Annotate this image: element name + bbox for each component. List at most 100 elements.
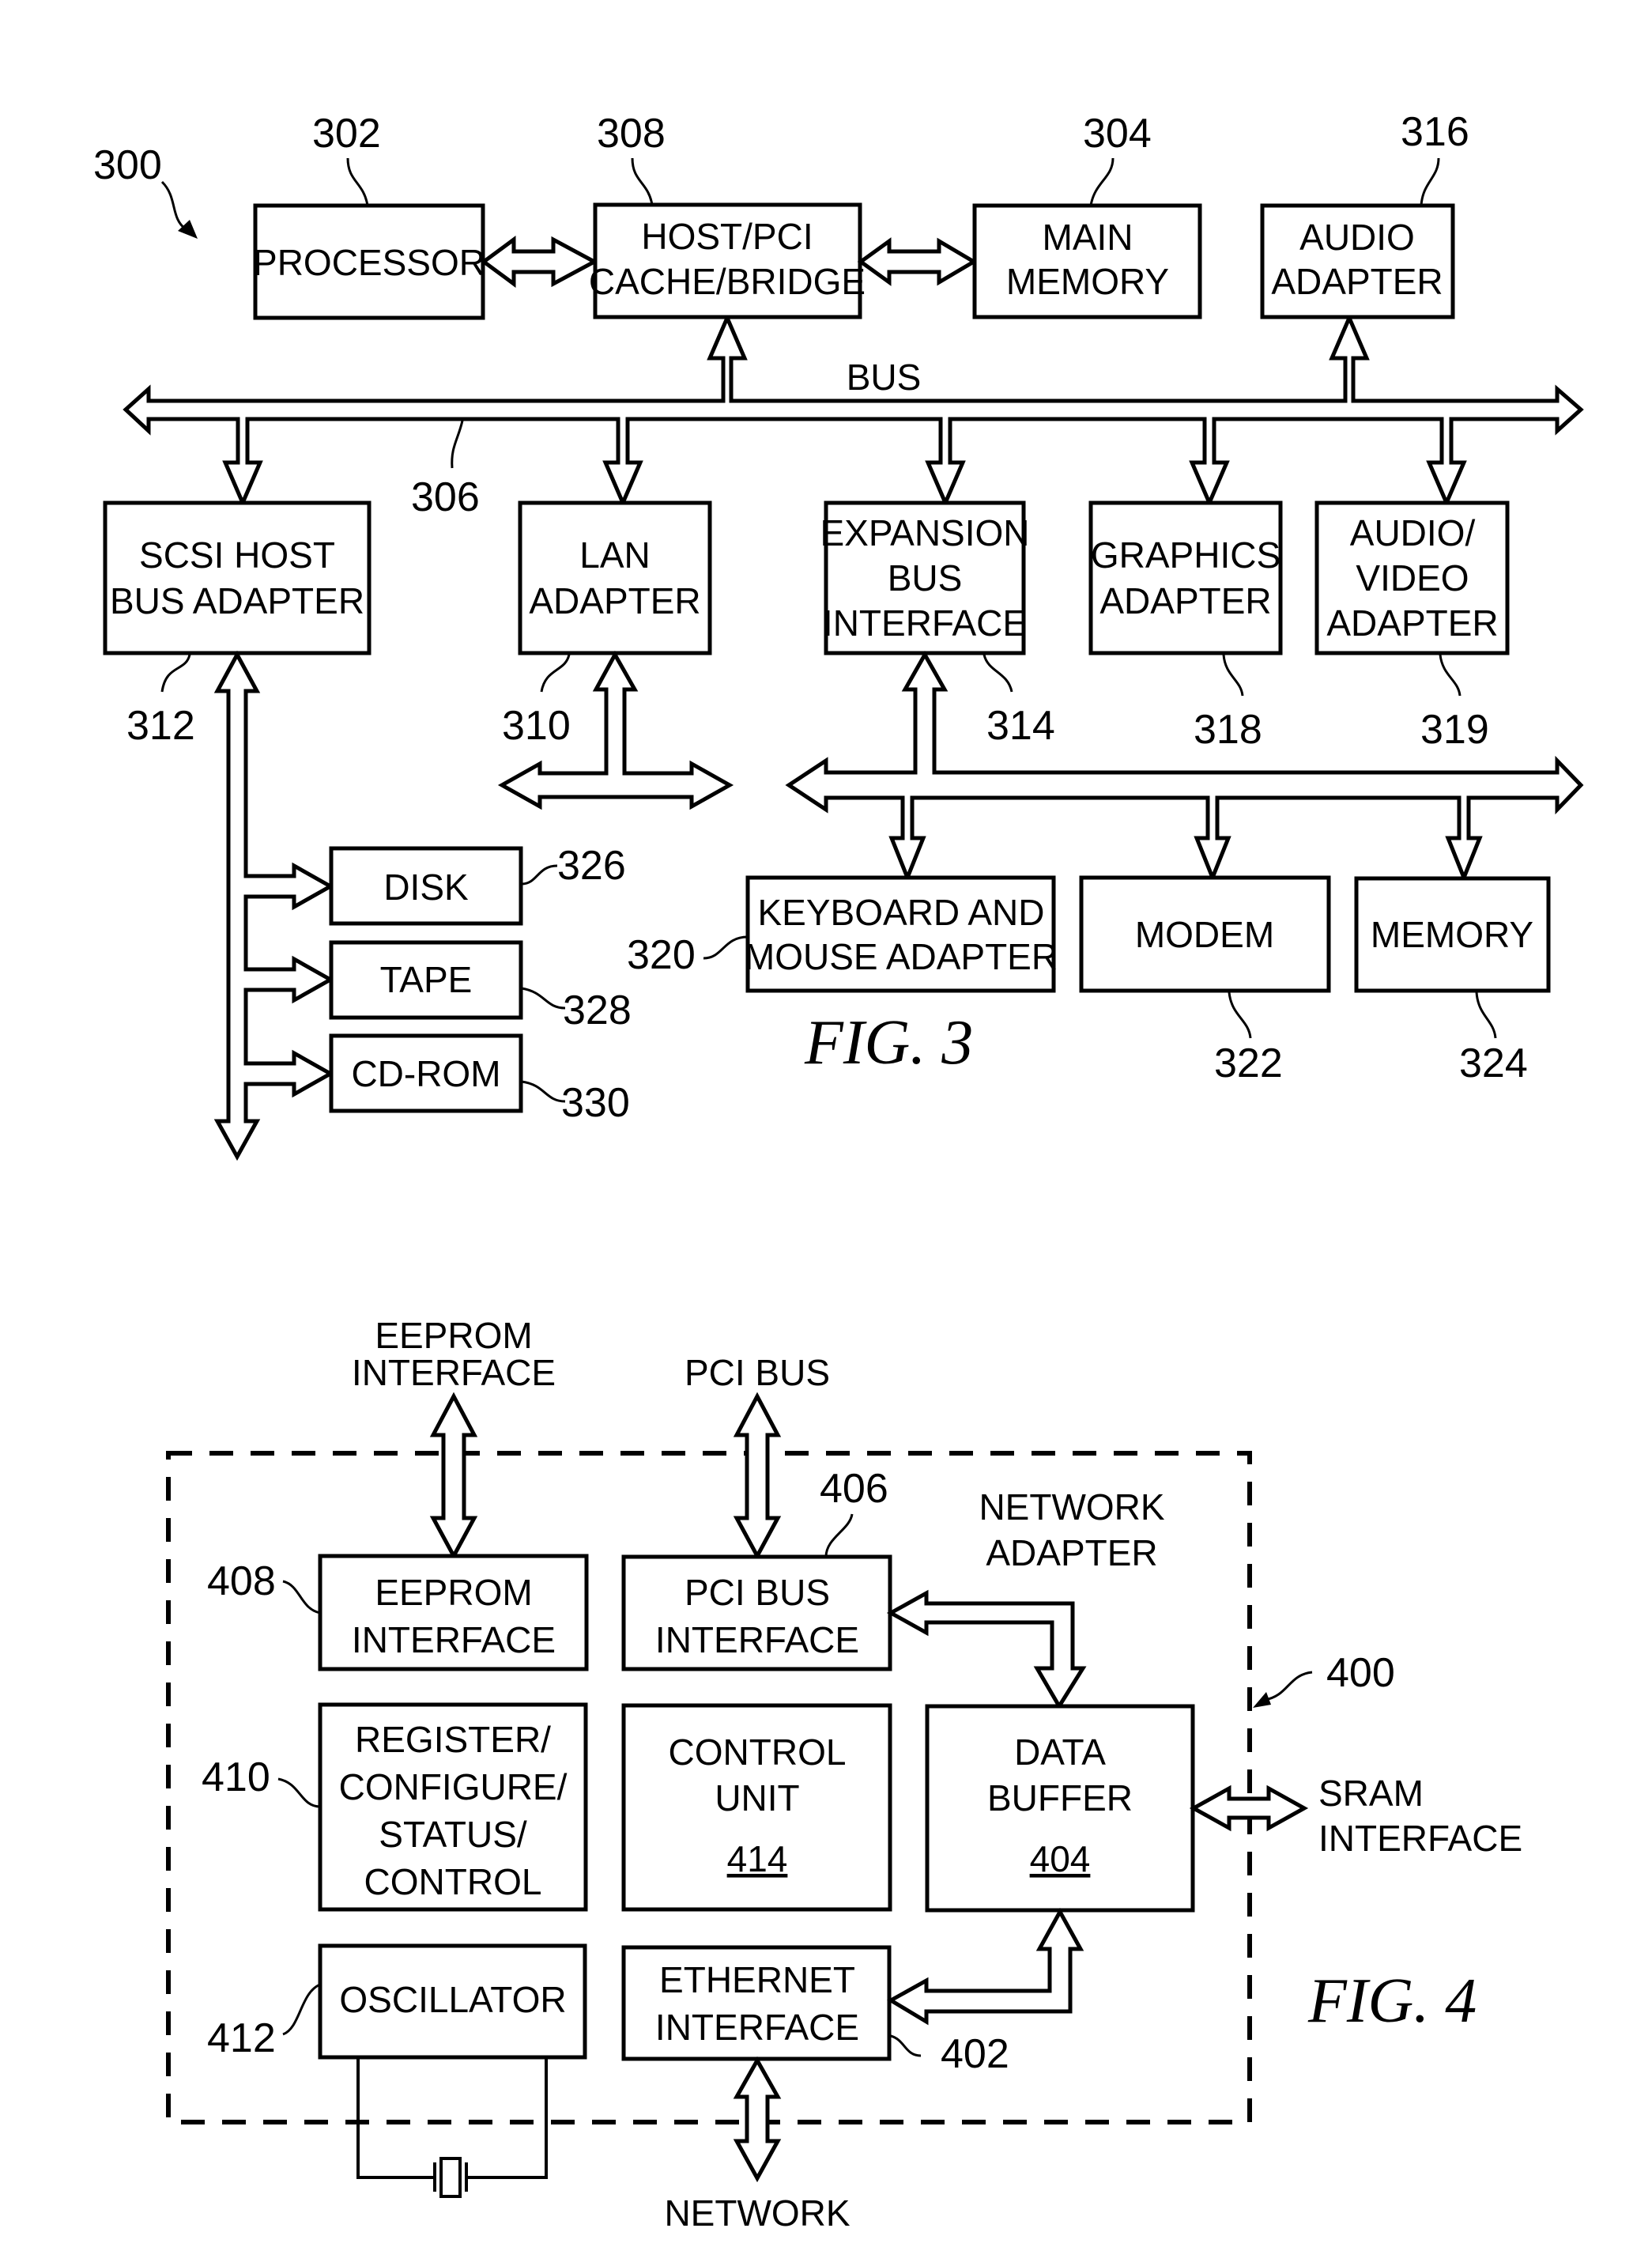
- patent-figures: 300 BUS 306 PROCESSOR 302 HOST/PCI CACHE…: [93, 109, 1584, 2234]
- processor-block: PROCESSOR: [253, 203, 485, 320]
- svg-text:TAPE: TAPE: [380, 959, 473, 1000]
- network-adapter-title-2: ADAPTER: [986, 1532, 1157, 1573]
- disk-block: DISK: [329, 846, 523, 926]
- ext-sram-label-2: INTERFACE: [1318, 1818, 1522, 1859]
- ext-sram-label-1: SRAM: [1318, 1773, 1424, 1814]
- bridge-memory-link: [857, 237, 978, 286]
- svg-text:STATUS/: STATUS/: [379, 1814, 527, 1855]
- ref-414: 414: [727, 1838, 788, 1879]
- register-block: REGISTER/ CONFIGURE/ STATUS/ CONTROL: [318, 1702, 588, 1912]
- bus-label: BUS: [847, 357, 922, 398]
- svg-text:CD-ROM: CD-ROM: [351, 1053, 500, 1094]
- svg-text:ADAPTER: ADAPTER: [529, 580, 700, 621]
- svg-text:INTERFACE: INTERFACE: [823, 602, 1027, 644]
- pci-bus-link: [733, 1392, 782, 1561]
- ref-410: 410: [202, 1754, 270, 1800]
- svg-text:VIDEO: VIDEO: [1356, 557, 1469, 599]
- memory-block: MEMORY: [1354, 876, 1551, 993]
- ref-406: 406: [820, 1466, 888, 1512]
- svg-text:LAN: LAN: [579, 534, 650, 576]
- svg-text:PROCESSOR: PROCESSOR: [253, 242, 485, 283]
- ref-404: 404: [1030, 1838, 1091, 1879]
- svg-text:MAIN: MAIN: [1043, 217, 1133, 258]
- expansion-bus-interface-block: EXPANSION BUS INTERFACE: [820, 500, 1030, 655]
- ref-400: 400: [1326, 1650, 1395, 1696]
- svg-text:MEMORY: MEMORY: [1006, 261, 1169, 302]
- svg-text:INTERFACE: INTERFACE: [655, 2007, 859, 2048]
- eeprom-link: [429, 1392, 478, 1561]
- ethernet-databuffer-link: [887, 1907, 1084, 2026]
- svg-text:AUDIO: AUDIO: [1299, 217, 1415, 258]
- ref-326: 326: [557, 843, 626, 889]
- ext-pci-bus-label: PCI BUS: [685, 1352, 830, 1393]
- ref-319: 319: [1420, 707, 1489, 753]
- network-adapter-title-1: NETWORK: [979, 1486, 1164, 1528]
- ref-308: 308: [597, 111, 666, 157]
- data-buffer-block: DATA BUFFER 404: [925, 1704, 1195, 1913]
- oscillator-block: OSCILLATOR: [318, 1943, 587, 2060]
- svg-text:EEPROM: EEPROM: [375, 1572, 532, 1613]
- ext-eeprom-label-2: INTERFACE: [352, 1352, 556, 1393]
- fig3: 300 BUS 306 PROCESSOR 302 HOST/PCI CACHE…: [93, 109, 1584, 1161]
- svg-text:EXPANSION: EXPANSION: [820, 512, 1030, 553]
- svg-text:OSCILLATOR: OSCILLATOR: [339, 1979, 566, 2020]
- svg-text:CONFIGURE/: CONFIGURE/: [339, 1766, 568, 1807]
- ext-network-label: NETWORK: [664, 2192, 850, 2234]
- svg-text:MOUSE ADAPTER: MOUSE ADAPTER: [745, 936, 1058, 977]
- svg-text:INTERFACE: INTERFACE: [655, 1619, 859, 1660]
- ref-300-leader: [160, 180, 187, 231]
- scsi-adapter-block: SCSI HOST BUS ADAPTER: [103, 500, 372, 655]
- scsi-bus: [213, 650, 335, 1161]
- svg-text:UNIT: UNIT: [715, 1777, 799, 1818]
- ref-314: 314: [986, 703, 1055, 749]
- ref-402: 402: [941, 2031, 1009, 2077]
- ref-322: 322: [1214, 1040, 1283, 1086]
- svg-text:CONTROL: CONTROL: [669, 1732, 847, 1773]
- svg-text:HOST/PCI: HOST/PCI: [641, 216, 813, 257]
- ref-300: 300: [93, 142, 162, 188]
- network-link: [733, 2056, 782, 2183]
- svg-text:KEYBOARD AND: KEYBOARD AND: [758, 892, 1045, 933]
- modem-block: MODEM: [1079, 875, 1331, 993]
- ref-302: 302: [312, 111, 381, 157]
- fig3-caption: FIG. 3: [804, 1008, 973, 1078]
- ref-324: 324: [1459, 1040, 1528, 1086]
- svg-text:ADAPTER: ADAPTER: [1271, 261, 1443, 302]
- fig4-caption: FIG. 4: [1307, 1966, 1477, 2036]
- svg-text:SCSI HOST: SCSI HOST: [139, 534, 335, 576]
- pci-databuffer-link: [886, 1589, 1087, 1710]
- graphics-adapter-block: GRAPHICS ADAPTER: [1088, 500, 1283, 655]
- svg-text:ADAPTER: ADAPTER: [1099, 580, 1271, 621]
- processor-bridge-link: [480, 236, 599, 288]
- ref-310: 310: [502, 703, 571, 749]
- svg-text:INTERFACE: INTERFACE: [352, 1619, 556, 1660]
- ref-306: 306: [411, 474, 480, 520]
- ref-316: 316: [1401, 109, 1469, 155]
- eeprom-interface-block: EEPROM INTERFACE: [318, 1554, 589, 1671]
- svg-text:ADAPTER: ADAPTER: [1326, 602, 1498, 644]
- svg-text:GRAPHICS: GRAPHICS: [1091, 534, 1280, 576]
- expansion-bus: [785, 650, 1584, 883]
- svg-text:BUS ADAPTER: BUS ADAPTER: [110, 580, 364, 621]
- svg-text:PCI BUS: PCI BUS: [685, 1572, 830, 1613]
- fig4: EEPROM INTERFACE PCI BUS SRAM INTERFACE …: [166, 1315, 1522, 2234]
- svg-text:REGISTER/: REGISTER/: [355, 1719, 551, 1760]
- main-bus: [123, 312, 1584, 508]
- cdrom-block: CD-ROM: [329, 1033, 523, 1113]
- ref-306-leader: [451, 420, 464, 469]
- ref-412: 412: [207, 2015, 276, 2061]
- crystal-icon: [356, 2059, 548, 2198]
- svg-text:DATA: DATA: [1014, 1732, 1106, 1773]
- ref-408: 408: [207, 1558, 276, 1604]
- ref-318: 318: [1194, 707, 1262, 753]
- svg-text:CACHE/BRIDGE: CACHE/BRIDGE: [589, 261, 866, 302]
- svg-text:CONTROL: CONTROL: [364, 1861, 542, 1902]
- lan-adapter-block: LAN ADAPTER: [518, 500, 712, 655]
- control-unit-block: CONTROL UNIT 414: [621, 1703, 892, 1912]
- svg-text:BUS: BUS: [888, 557, 963, 599]
- audio-video-adapter-block: AUDIO/ VIDEO ADAPTER: [1314, 500, 1510, 655]
- ref-304: 304: [1083, 111, 1152, 157]
- audio-adapter-block: AUDIO ADAPTER: [1260, 203, 1455, 319]
- svg-text:BUFFER: BUFFER: [987, 1777, 1133, 1818]
- svg-text:ETHERNET: ETHERNET: [659, 1959, 855, 2000]
